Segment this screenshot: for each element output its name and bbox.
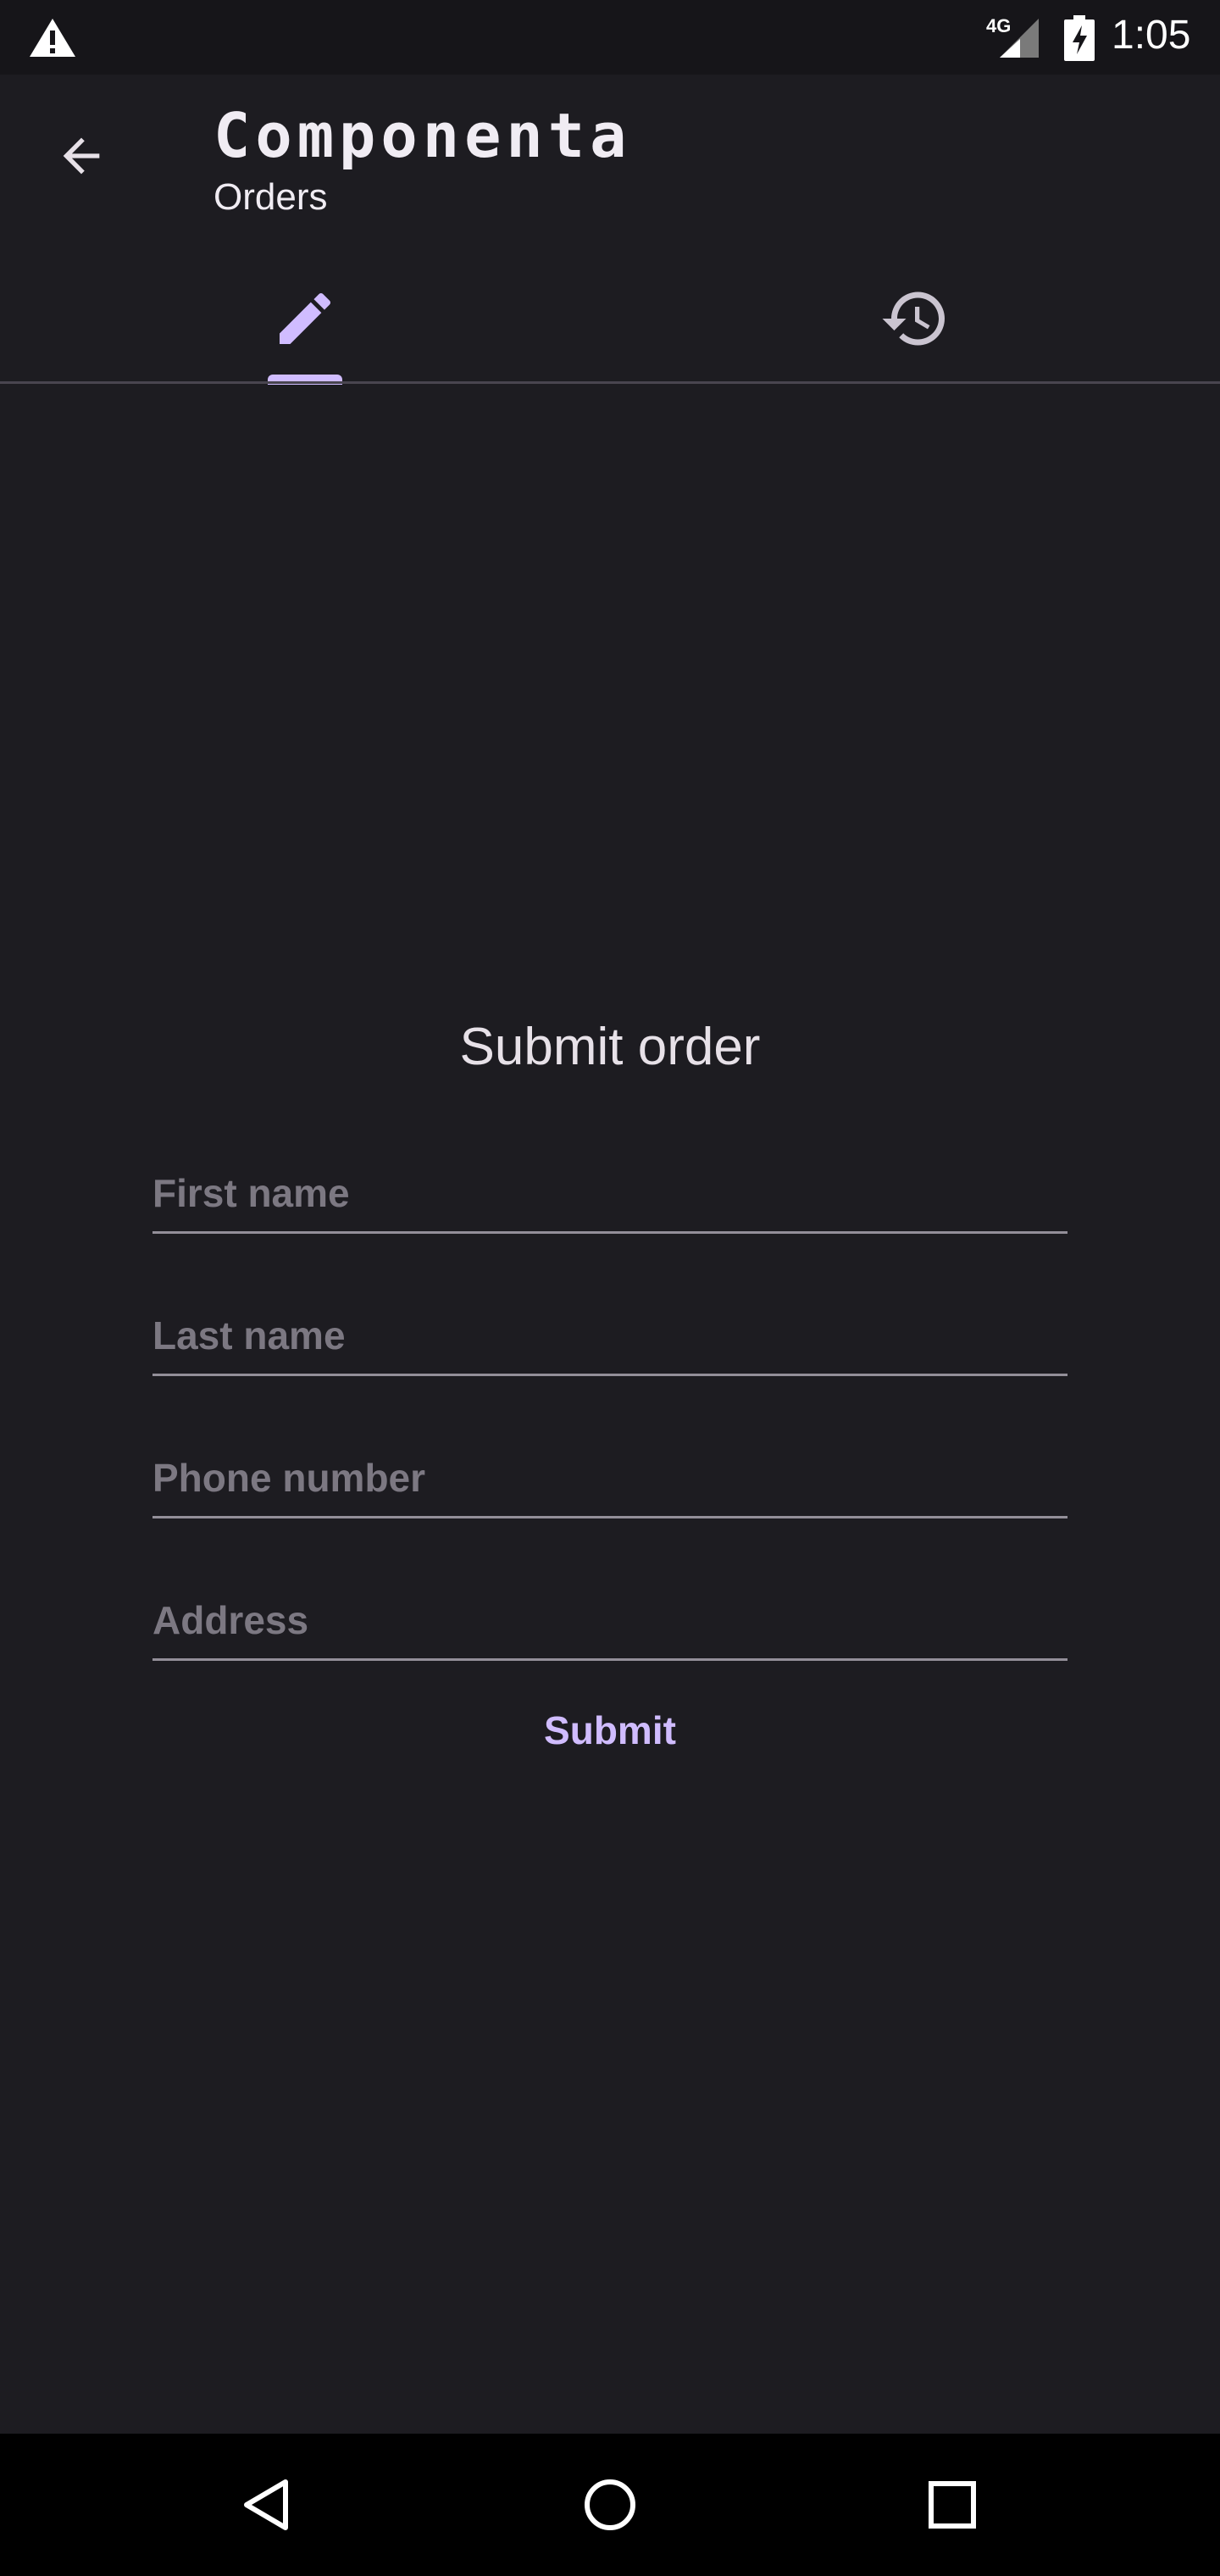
tab-divider: [0, 381, 1220, 384]
app-subtitle: Orders: [214, 176, 328, 218]
first-name-input[interactable]: [152, 1132, 1068, 1231]
system-nav-bar: [0, 2434, 1220, 2576]
warning-icon: [30, 19, 75, 57]
nav-recents-icon: [929, 2481, 976, 2529]
back-button[interactable]: [41, 115, 122, 197]
phone-number-input[interactable]: [152, 1417, 1068, 1516]
tab-edit[interactable]: [0, 254, 610, 383]
app-title: Componenta: [214, 100, 632, 171]
nav-recents-button[interactable]: [898, 2451, 1006, 2559]
network-type-label: 4G: [986, 15, 1012, 36]
phone-number-field[interactable]: [152, 1417, 1068, 1518]
status-clock: 1:05: [1112, 13, 1191, 58]
address-input[interactable]: [152, 1559, 1068, 1658]
tab-history[interactable]: [610, 254, 1220, 383]
nav-back-icon: [244, 2479, 288, 2530]
nav-home-icon: [585, 2479, 635, 2530]
history-icon: [882, 291, 945, 346]
form-title: Submit order: [459, 1018, 761, 1076]
first-name-field[interactable]: [152, 1132, 1068, 1234]
submit-button[interactable]: Submit: [474, 1686, 746, 1774]
address-field[interactable]: [152, 1559, 1068, 1661]
battery-charging-icon: [1064, 15, 1095, 61]
last-name-input[interactable]: [152, 1274, 1068, 1374]
pencil-icon: [280, 292, 331, 344]
status-bar: 4G 1:05: [0, 0, 1220, 75]
arrow-back-icon: [63, 137, 100, 175]
nav-home-button[interactable]: [556, 2451, 664, 2559]
last-name-field[interactable]: [152, 1274, 1068, 1376]
nav-back-button[interactable]: [214, 2451, 322, 2559]
